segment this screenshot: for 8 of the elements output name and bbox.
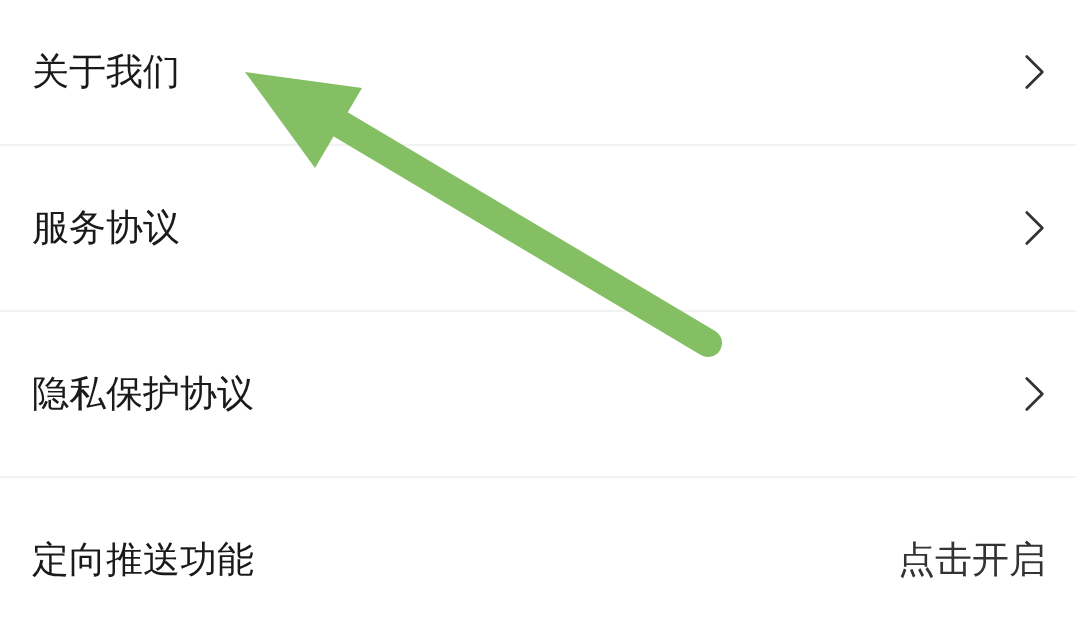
chevron-icon [1024,209,1046,247]
settings-item[interactable]: 关于我们 [32,47,180,97]
chevron-icon [1024,53,1046,91]
settings-item[interactable]: 定向推送功能 [32,535,254,585]
settings-item[interactable]: 服务协议 [32,203,180,253]
settings-item[interactable]: 隐私保护协议 [32,369,254,419]
row-value: 点击开启 [898,537,1046,583]
chevron-icon [1024,375,1046,413]
